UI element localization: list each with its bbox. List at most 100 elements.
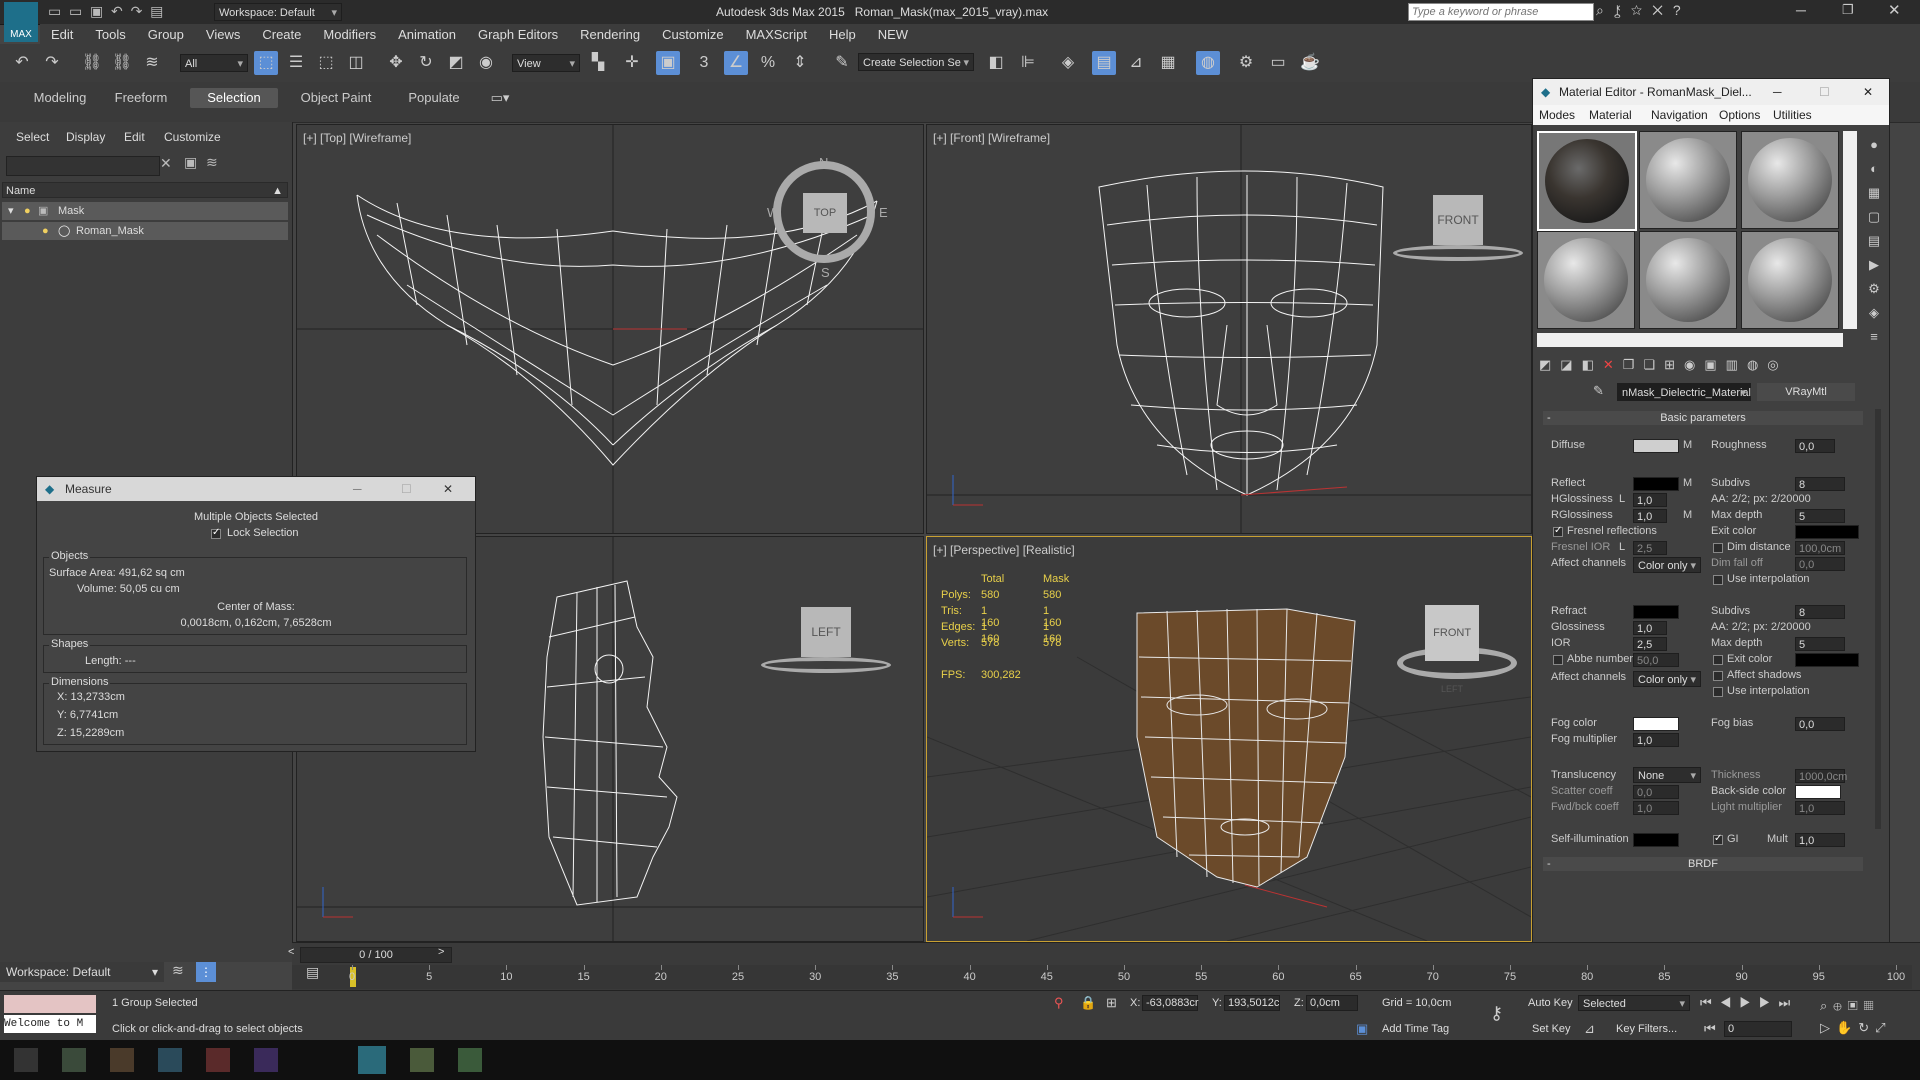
maximize-button[interactable]: ❐ (1842, 2, 1854, 18)
uv-tiling-icon[interactable]: ▢ (1863, 205, 1885, 229)
align-icon[interactable]: ⊫ (1016, 51, 1040, 75)
refract-affect-dropdown[interactable]: Color only (1633, 671, 1701, 688)
prev-frame-icon[interactable]: < (288, 946, 294, 958)
rglossiness-field[interactable]: 1,0 (1633, 509, 1667, 523)
zoom-extents-all-icon[interactable]: ▦ (1864, 998, 1880, 1013)
fog-multiplier-field[interactable]: 1,0 (1633, 733, 1679, 747)
redo-icon[interactable]: ↷ (40, 51, 64, 75)
viewport-top[interactable]: [+] [Top] [Wireframe] N W E S TOP (296, 124, 924, 534)
lock-selection-checkbox[interactable] (211, 527, 221, 539)
prev-key-icon[interactable]: ◀ (1720, 995, 1740, 1010)
explorer-search-input[interactable] (6, 156, 160, 176)
absolute-mode-icon[interactable]: ⊞ (1106, 995, 1117, 1011)
key-icon[interactable]: ⚷ (1490, 1003, 1503, 1024)
minimize-button[interactable]: ─ (353, 477, 362, 501)
star-icon[interactable]: ☆ (1631, 2, 1652, 18)
menu-group[interactable]: Group (137, 24, 195, 42)
menu-new[interactable]: NEW (867, 24, 919, 42)
select-manipulate-icon[interactable]: ✛ (620, 51, 644, 75)
taskbar-app-icon[interactable] (358, 1046, 386, 1074)
material-slot[interactable] (1537, 231, 1635, 329)
taskbar-app-icon[interactable] (458, 1048, 482, 1072)
sample-type-icon[interactable]: ● (1863, 133, 1885, 157)
backlight-icon[interactable]: ◐ (1863, 157, 1885, 181)
mateditor-titlebar[interactable]: ◆ Material Editor - RomanMask_Diel... ─ … (1533, 79, 1889, 105)
next-frame-icon[interactable]: > (438, 946, 444, 958)
next-key-icon[interactable]: ▶ (1759, 995, 1779, 1010)
current-frame-field[interactable]: 0 (1724, 1021, 1792, 1037)
fresnel-ior-lock[interactable]: L (1619, 541, 1625, 553)
key-filters-button[interactable]: Key Filters... (1616, 1023, 1677, 1035)
maxscript-listener[interactable] (4, 995, 96, 1013)
use-interpolation-checkbox[interactable] (1713, 575, 1723, 585)
go-sibling-icon[interactable]: ◎ (1767, 357, 1787, 372)
material-type-button[interactable]: VRayMtl (1757, 383, 1855, 401)
put-material-icon[interactable]: ◪ (1560, 357, 1581, 372)
scatter-coeff-field[interactable]: 0,0 (1633, 785, 1679, 799)
go-end-icon[interactable]: ⏭ (1779, 995, 1799, 1010)
rollout-scrollbar[interactable] (1875, 409, 1881, 829)
explorer-column-header[interactable]: Name ▲ (2, 182, 288, 198)
clear-search-icon[interactable]: ✕ (160, 155, 172, 172)
menu-help[interactable]: Help (818, 24, 867, 42)
layer-icon[interactable]: ≋ (172, 962, 184, 979)
fresnel-ior-field[interactable]: 2,5 (1633, 541, 1667, 555)
add-time-tag[interactable]: Add Time Tag (1382, 1023, 1449, 1035)
make-preview-icon[interactable]: ▶ (1863, 253, 1885, 277)
material-navigator-icon[interactable]: ≡ (1863, 325, 1885, 349)
refract-interp-checkbox[interactable] (1713, 687, 1723, 697)
mateditor-menu-navigation[interactable]: Navigation (1651, 105, 1708, 125)
minimize-button[interactable]: ─ (1773, 79, 1782, 105)
render-icon[interactable]: ☕ (1298, 51, 1322, 75)
close-button[interactable]: ✕ (443, 477, 453, 501)
reset-icon[interactable]: ✕ (1603, 357, 1623, 372)
menu-views[interactable]: Views (195, 24, 251, 42)
taskbar-app-icon[interactable] (158, 1048, 182, 1072)
y-coordinate-field[interactable]: 193,5012c (1224, 995, 1280, 1011)
isolate-icon[interactable]: ⋮ (196, 962, 216, 982)
pan-icon[interactable]: ✋ (1836, 1020, 1858, 1035)
play-icon[interactable]: ▶ (1739, 995, 1759, 1010)
fwd-bck-field[interactable]: 1,0 (1633, 801, 1679, 815)
slots-hscrollbar[interactable] (1537, 333, 1843, 347)
make-unique-icon[interactable]: ❏ (1643, 357, 1664, 372)
rglossiness-map-button[interactable]: M (1683, 509, 1692, 521)
selection-filter-dropdown[interactable]: All (180, 54, 248, 73)
curve-editor-mini-icon[interactable]: ▤ (306, 964, 319, 981)
material-name-dropdown[interactable]: nMask_Dielectric_Material (1617, 383, 1751, 402)
viewcube[interactable]: FRONT (1433, 195, 1483, 245)
measure-titlebar[interactable]: ◆ Measure ─ ☐ ✕ (37, 477, 475, 501)
select-by-name-icon[interactable]: ☰ (284, 51, 308, 75)
mateditor-menu-options[interactable]: Options (1719, 105, 1760, 125)
minimize-button[interactable]: ─ (1796, 2, 1806, 18)
auto-key-button[interactable]: Auto Key (1528, 997, 1573, 1009)
zoom-extents-icon[interactable]: ▣ (1848, 998, 1864, 1013)
reflect-color[interactable] (1633, 477, 1679, 491)
menu-rendering[interactable]: Rendering (569, 24, 651, 42)
bulb-icon[interactable]: ● (24, 202, 31, 220)
scene-explorer-icon[interactable]: ▤ (1092, 51, 1116, 75)
explorer-filter-icon[interactable]: ▣ (184, 154, 197, 171)
pin-icon[interactable]: ⚲ (1054, 995, 1064, 1011)
maximize-button[interactable]: ☐ (401, 477, 412, 501)
slots-scrollbar[interactable] (1843, 131, 1857, 329)
fog-bias-field[interactable]: 0,0 (1795, 717, 1845, 731)
redo-icon[interactable]: ↷ (131, 3, 143, 19)
material-slot[interactable] (1639, 231, 1737, 329)
menu-customize[interactable]: Customize (651, 24, 734, 42)
refract-exit-color[interactable] (1795, 653, 1859, 667)
tab-object-paint[interactable]: Object Paint (290, 88, 382, 108)
unlink-icon[interactable]: ⛓ (110, 51, 134, 75)
schematic-view-icon[interactable]: ▦ (1156, 51, 1180, 75)
maximize-viewport-icon[interactable]: ⤢ (1875, 1020, 1891, 1035)
curve-editor-icon[interactable]: ⊿ (1124, 51, 1148, 75)
subdivs-field[interactable]: 8 (1795, 477, 1845, 491)
copy-material-icon[interactable]: ❐ (1623, 357, 1644, 372)
track-bar[interactable]: 0 5 10 15 20 25 30 35 40 45 50 55 60 65 70 75 80 85 90 95 10… (292, 965, 1912, 989)
ior-field[interactable]: 2,5 (1633, 637, 1667, 651)
show-end-result-icon[interactable]: ▥ (1726, 357, 1747, 372)
keyboard-shortcut-icon[interactable]: ▣ (656, 51, 680, 75)
hglossiness-field[interactable]: 1,0 (1633, 493, 1667, 507)
refract-color[interactable] (1633, 605, 1679, 619)
viewcube[interactable]: LEFT (801, 607, 851, 657)
